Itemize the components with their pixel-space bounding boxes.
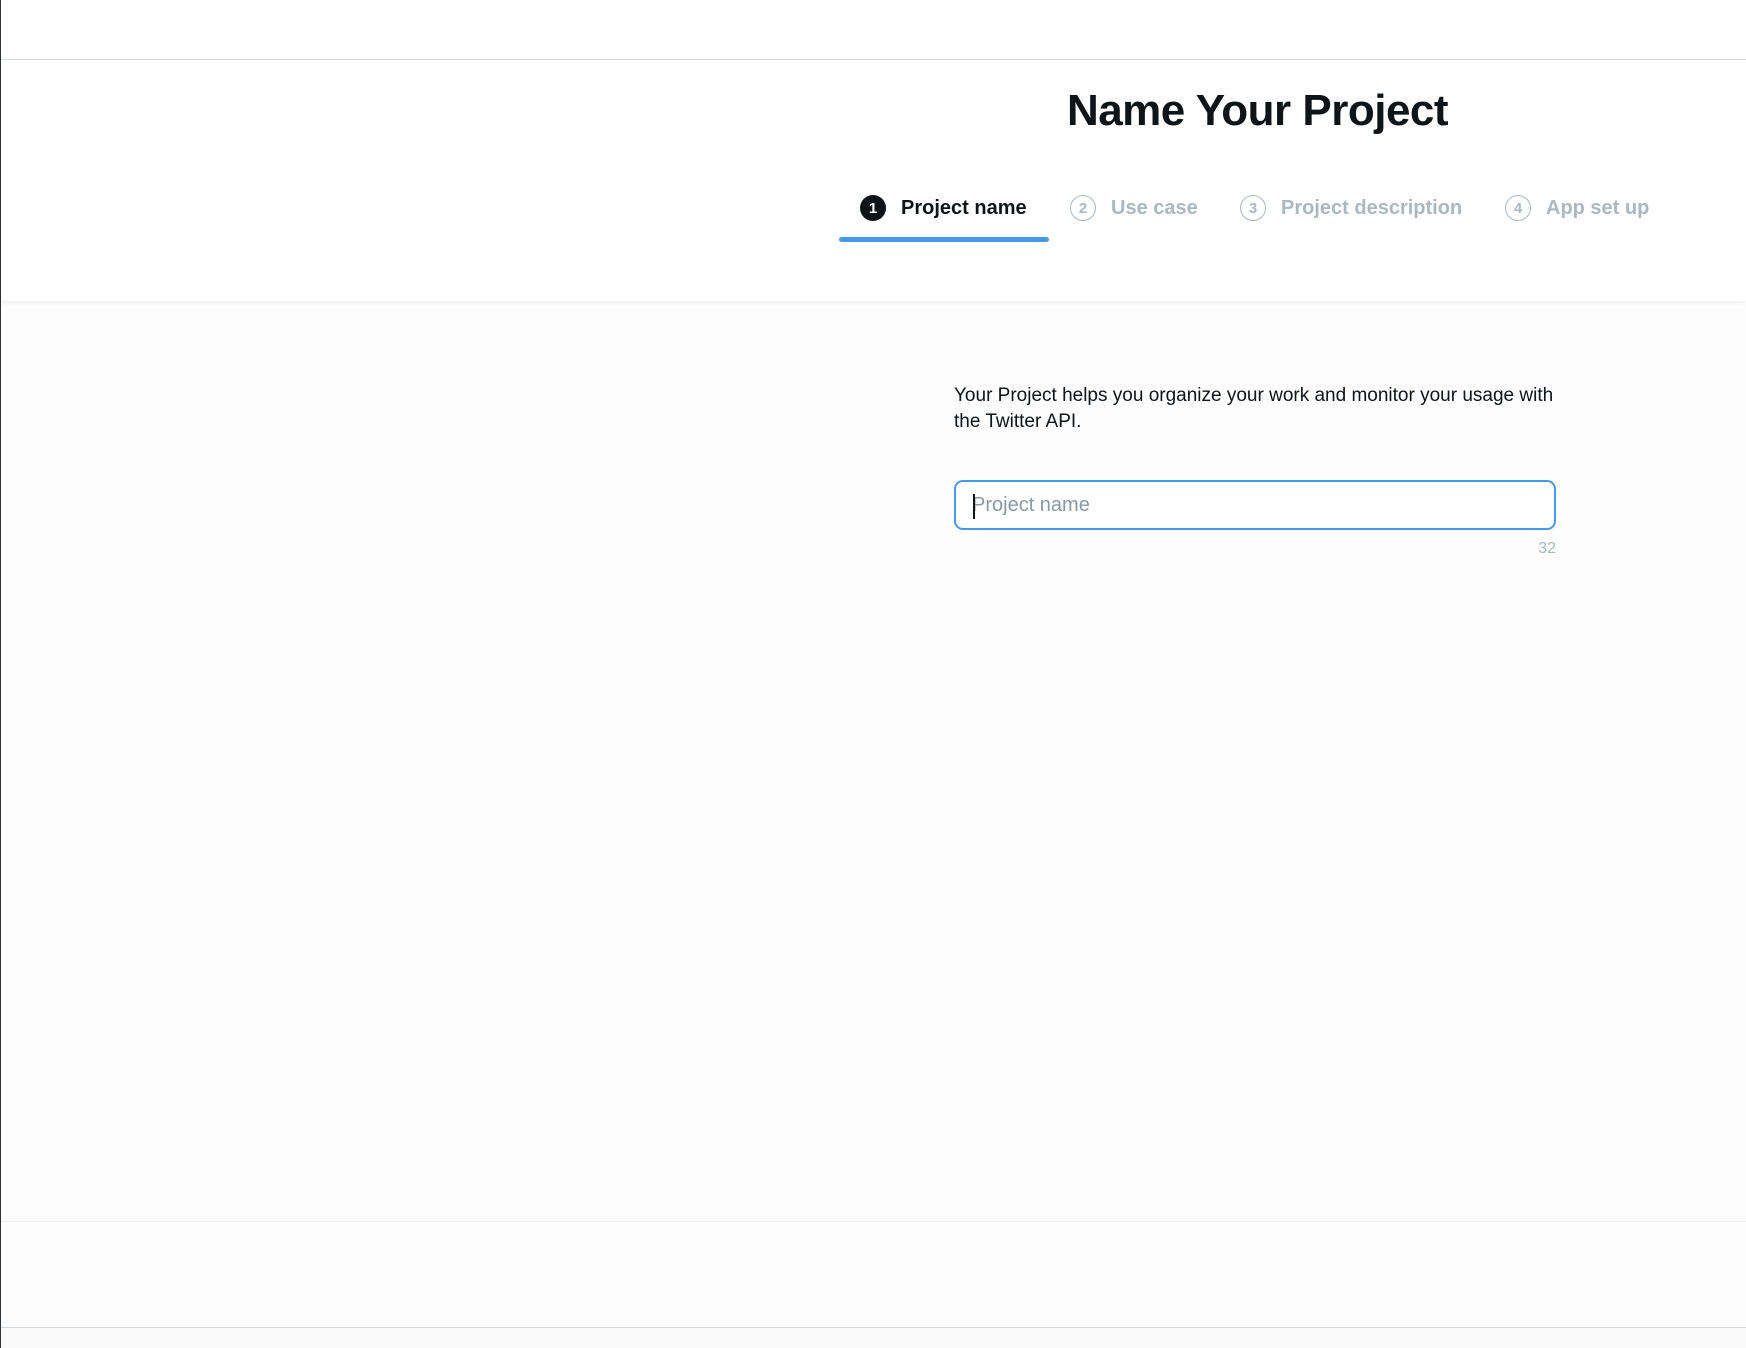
active-step-indicator <box>839 237 1049 242</box>
project-name-field[interactable] <box>954 480 1556 530</box>
content-area <box>1 301 1746 1221</box>
step-number-2: 2 <box>1070 195 1096 221</box>
step-label-project-name: Project name <box>901 196 1027 219</box>
character-counter: 32 <box>1538 540 1556 557</box>
top-bar <box>1 0 1746 60</box>
step-project-description[interactable]: 3 Project description <box>1240 176 1462 240</box>
step-project-name[interactable]: 1 Project name <box>839 176 1049 242</box>
step-label-app-set-up: App set up <box>1546 196 1650 219</box>
page-title: Name Your Project <box>1066 86 1449 135</box>
step-use-case[interactable]: 2 Use case <box>1070 176 1198 240</box>
project-name-input[interactable] <box>956 482 1554 528</box>
bottom-strip <box>1 1328 1746 1348</box>
text-cursor <box>973 494 975 519</box>
step-label-use-case: Use case <box>1111 196 1198 219</box>
step-number-4: 4 <box>1505 195 1531 221</box>
step-label-project-description: Project description <box>1281 196 1463 219</box>
intro-text: Your Project helps you organize your wor… <box>954 385 1554 432</box>
footer-area <box>1 1221 1746 1328</box>
step-number-1: 1 <box>860 195 886 221</box>
step-number-3: 3 <box>1240 195 1266 221</box>
step-app-set-up[interactable]: 4 App set up <box>1505 176 1649 240</box>
